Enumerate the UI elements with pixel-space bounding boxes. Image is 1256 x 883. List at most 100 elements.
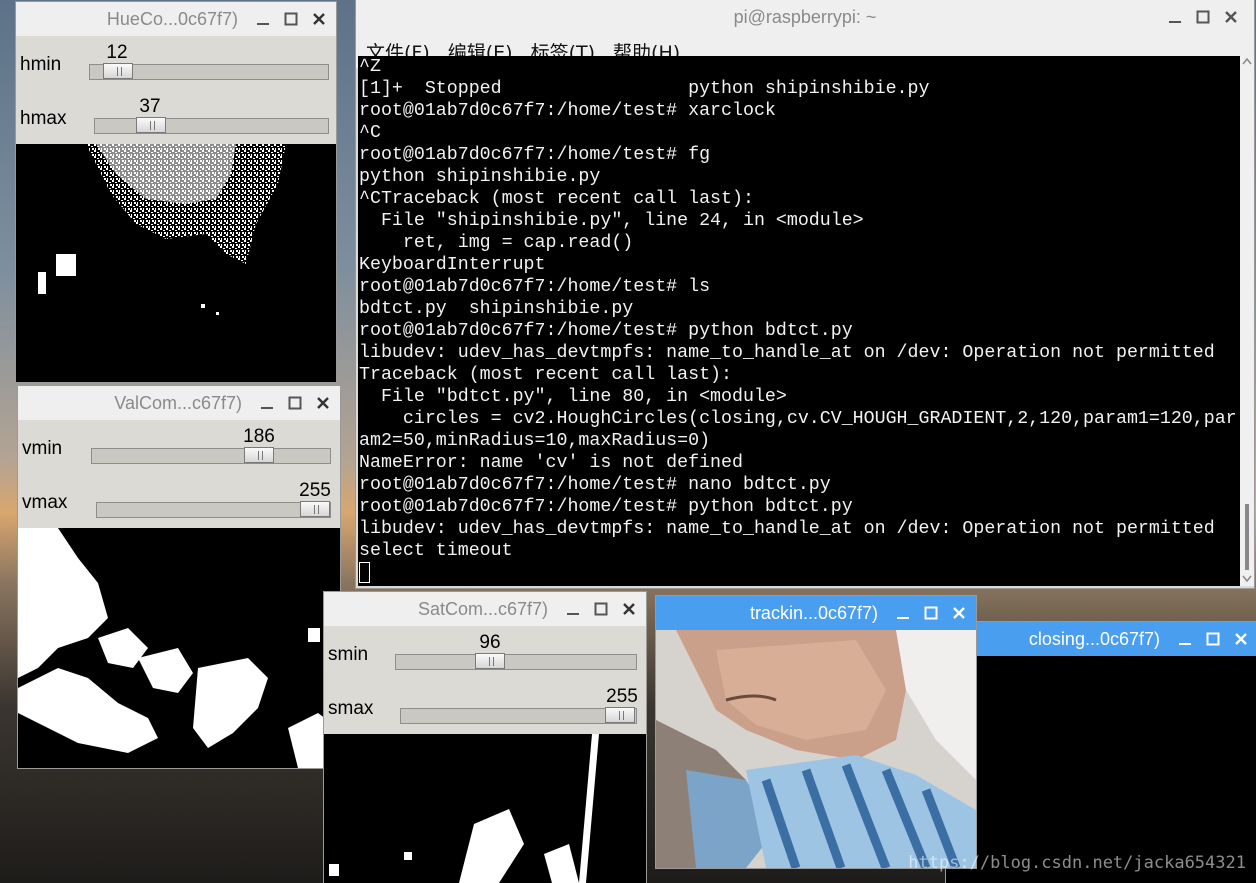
- hue-mask-image: [16, 144, 336, 382]
- trackbar-hmin[interactable]: hmin 12: [16, 36, 336, 90]
- hue-title: HueCo...0c67f7): [106, 8, 238, 29]
- terminal-line: root@01ab7d0c67f7:/home/test# ls: [359, 277, 711, 297]
- close-icon[interactable]: [1218, 4, 1244, 30]
- trackbar-track[interactable]: [91, 447, 331, 464]
- close-icon[interactable]: [616, 596, 642, 622]
- sat-trackbars: smin 96 smax 255: [324, 626, 646, 734]
- terminal-scrollbar[interactable]: [1240, 56, 1254, 586]
- terminal-line: python shipinshibie.py: [359, 167, 601, 187]
- trackbar-track[interactable]: [96, 501, 331, 518]
- trackbar-thumb[interactable]: [136, 117, 166, 133]
- trackbar-label: hmax: [20, 108, 67, 129]
- trackbar-thumb[interactable]: [475, 653, 505, 669]
- tracking-titlebar[interactable]: trackin...0c67f7): [656, 596, 976, 630]
- terminal-titlebar[interactable]: pi@raspberrypi: ~: [356, 0, 1254, 34]
- terminal-line: am2=50,minRadius=10,maxRadius=0): [359, 431, 711, 451]
- minimize-icon[interactable]: [254, 390, 280, 416]
- trackbar-value: 186: [243, 426, 275, 447]
- trackbar-thumb[interactable]: [605, 707, 635, 723]
- trackbar-track[interactable]: [395, 653, 637, 670]
- val-mask-image: [18, 528, 340, 768]
- trackbar-label: hmin: [20, 54, 62, 75]
- terminal-line: ^Z: [359, 57, 381, 77]
- terminal-line: ^C: [359, 123, 381, 143]
- tracking-title: trackin...0c67f7): [749, 602, 878, 623]
- terminal-line: NameError: name 'cv' is not defined: [359, 453, 743, 473]
- val-window[interactable]: ValCom...c67f7) vmin 186 vmax 255: [18, 386, 340, 768]
- terminal-line: KeyboardInterrupt: [359, 255, 546, 275]
- minimize-icon[interactable]: [890, 600, 916, 626]
- terminal-line: ^CTraceback (most recent call last):: [359, 189, 754, 209]
- tracking-window[interactable]: trackin...0c67f7): [656, 596, 976, 868]
- maximize-icon[interactable]: [1190, 4, 1216, 30]
- terminal-line: root@01ab7d0c67f7:/home/test# nano bdtct…: [359, 475, 831, 495]
- close-icon[interactable]: [946, 600, 972, 626]
- terminal-line: Traceback (most recent call last):: [359, 365, 732, 385]
- minimize-icon[interactable]: [1172, 626, 1198, 652]
- trackbar-label: vmax: [22, 492, 68, 513]
- terminal-screen[interactable]: ^Z [1]+ Stopped python shipinshibie.py roo…: [358, 56, 1240, 586]
- closing-titlebar[interactable]: closing...0c67f7): [946, 622, 1256, 656]
- trackbar-thumb[interactable]: [300, 501, 330, 517]
- minimize-icon[interactable]: [250, 6, 276, 32]
- trackbar-label: vmin: [22, 438, 63, 459]
- closing-title: closing...0c67f7): [1028, 628, 1160, 649]
- terminal-line: File "bdtct.py", line 80, in <module>: [359, 387, 787, 407]
- terminal-line: root@01ab7d0c67f7:/home/test# fg: [359, 145, 711, 165]
- terminal-line: bdtct.py shipinshibie.py: [359, 299, 634, 319]
- maximize-icon[interactable]: [588, 596, 614, 622]
- terminal-line: root@01ab7d0c67f7:/home/test# xarclock: [359, 101, 776, 121]
- close-icon[interactable]: [1228, 626, 1254, 652]
- trackbar-value: 37: [139, 96, 161, 117]
- trackbar-thumb[interactable]: [244, 447, 274, 463]
- closing-window[interactable]: closing...0c67f7): [946, 622, 1256, 883]
- trackbar-track[interactable]: [94, 117, 329, 134]
- trackbar-label: smin: [328, 644, 369, 665]
- sat-mask-image: [324, 734, 646, 883]
- trackbar-hmax[interactable]: hmax 37: [16, 90, 336, 144]
- sat-window[interactable]: SatCom...c67f7) smin 96 smax 255: [324, 592, 646, 883]
- close-icon[interactable]: [310, 390, 336, 416]
- terminal-window[interactable]: pi@raspberrypi: ~ 文件(F) 编辑(E) 标签(T) 帮助(H…: [356, 0, 1254, 588]
- terminal-cursor: [359, 562, 370, 583]
- hue-titlebar[interactable]: HueCo...0c67f7): [16, 2, 336, 36]
- hue-trackbars: hmin 12 hmax 37: [16, 36, 336, 144]
- sat-titlebar[interactable]: SatCom...c67f7): [324, 592, 646, 626]
- hue-window[interactable]: HueCo...0c67f7) hmin 12 hmax 37: [16, 2, 336, 382]
- trackbar-smin[interactable]: smin 96: [324, 626, 646, 680]
- close-icon[interactable]: [306, 6, 332, 32]
- terminal-line: libudev: udev_has_devtmpfs: name_to_hand…: [359, 519, 1215, 539]
- trackbar-smax[interactable]: smax 255: [324, 680, 646, 734]
- val-trackbars: vmin 186 vmax 255: [18, 420, 340, 528]
- minimize-icon[interactable]: [560, 596, 586, 622]
- maximize-icon[interactable]: [1200, 626, 1226, 652]
- maximize-icon[interactable]: [278, 6, 304, 32]
- terminal-line: root@01ab7d0c67f7:/home/test# python bdt…: [359, 321, 853, 341]
- trackbar-track[interactable]: [89, 63, 329, 80]
- trackbar-vmin[interactable]: vmin 186: [18, 420, 340, 474]
- maximize-icon[interactable]: [282, 390, 308, 416]
- sat-title: SatCom...c67f7): [417, 598, 548, 619]
- watermark: https://blog.csdn.net/jacka654321: [908, 853, 1246, 873]
- closing-image: [946, 656, 1256, 883]
- trackbar-value: 12: [106, 42, 128, 63]
- tracking-camera-image: [656, 630, 976, 868]
- terminal-line: ret, img = cap.read(): [359, 233, 634, 253]
- trackbar-label: smax: [328, 698, 374, 719]
- val-title: ValCom...c67f7): [114, 392, 242, 413]
- maximize-icon[interactable]: [918, 600, 944, 626]
- minimize-icon[interactable]: [1162, 4, 1188, 30]
- terminal-line: root@01ab7d0c67f7:/home/test# python bdt…: [359, 497, 853, 517]
- trackbar-track[interactable]: [400, 707, 637, 724]
- trackbar-value: 255: [606, 686, 638, 707]
- terminal-line: [1]+ Stopped python shipinshibie.py: [359, 79, 930, 99]
- terminal-line: circles = cv2.HoughCircles(closing,cv.CV…: [359, 409, 1237, 429]
- trackbar-vmax[interactable]: vmax 255: [18, 474, 340, 528]
- trackbar-thumb[interactable]: [103, 63, 133, 79]
- val-titlebar[interactable]: ValCom...c67f7): [18, 386, 340, 420]
- terminal-line: libudev: udev_has_devtmpfs: name_to_hand…: [359, 343, 1215, 363]
- trackbar-value: 255: [299, 480, 331, 501]
- trackbar-value: 96: [479, 632, 501, 653]
- terminal-line: select timeout: [359, 541, 513, 561]
- terminal-line: File "shipinshibie.py", line 24, in <mod…: [359, 211, 864, 231]
